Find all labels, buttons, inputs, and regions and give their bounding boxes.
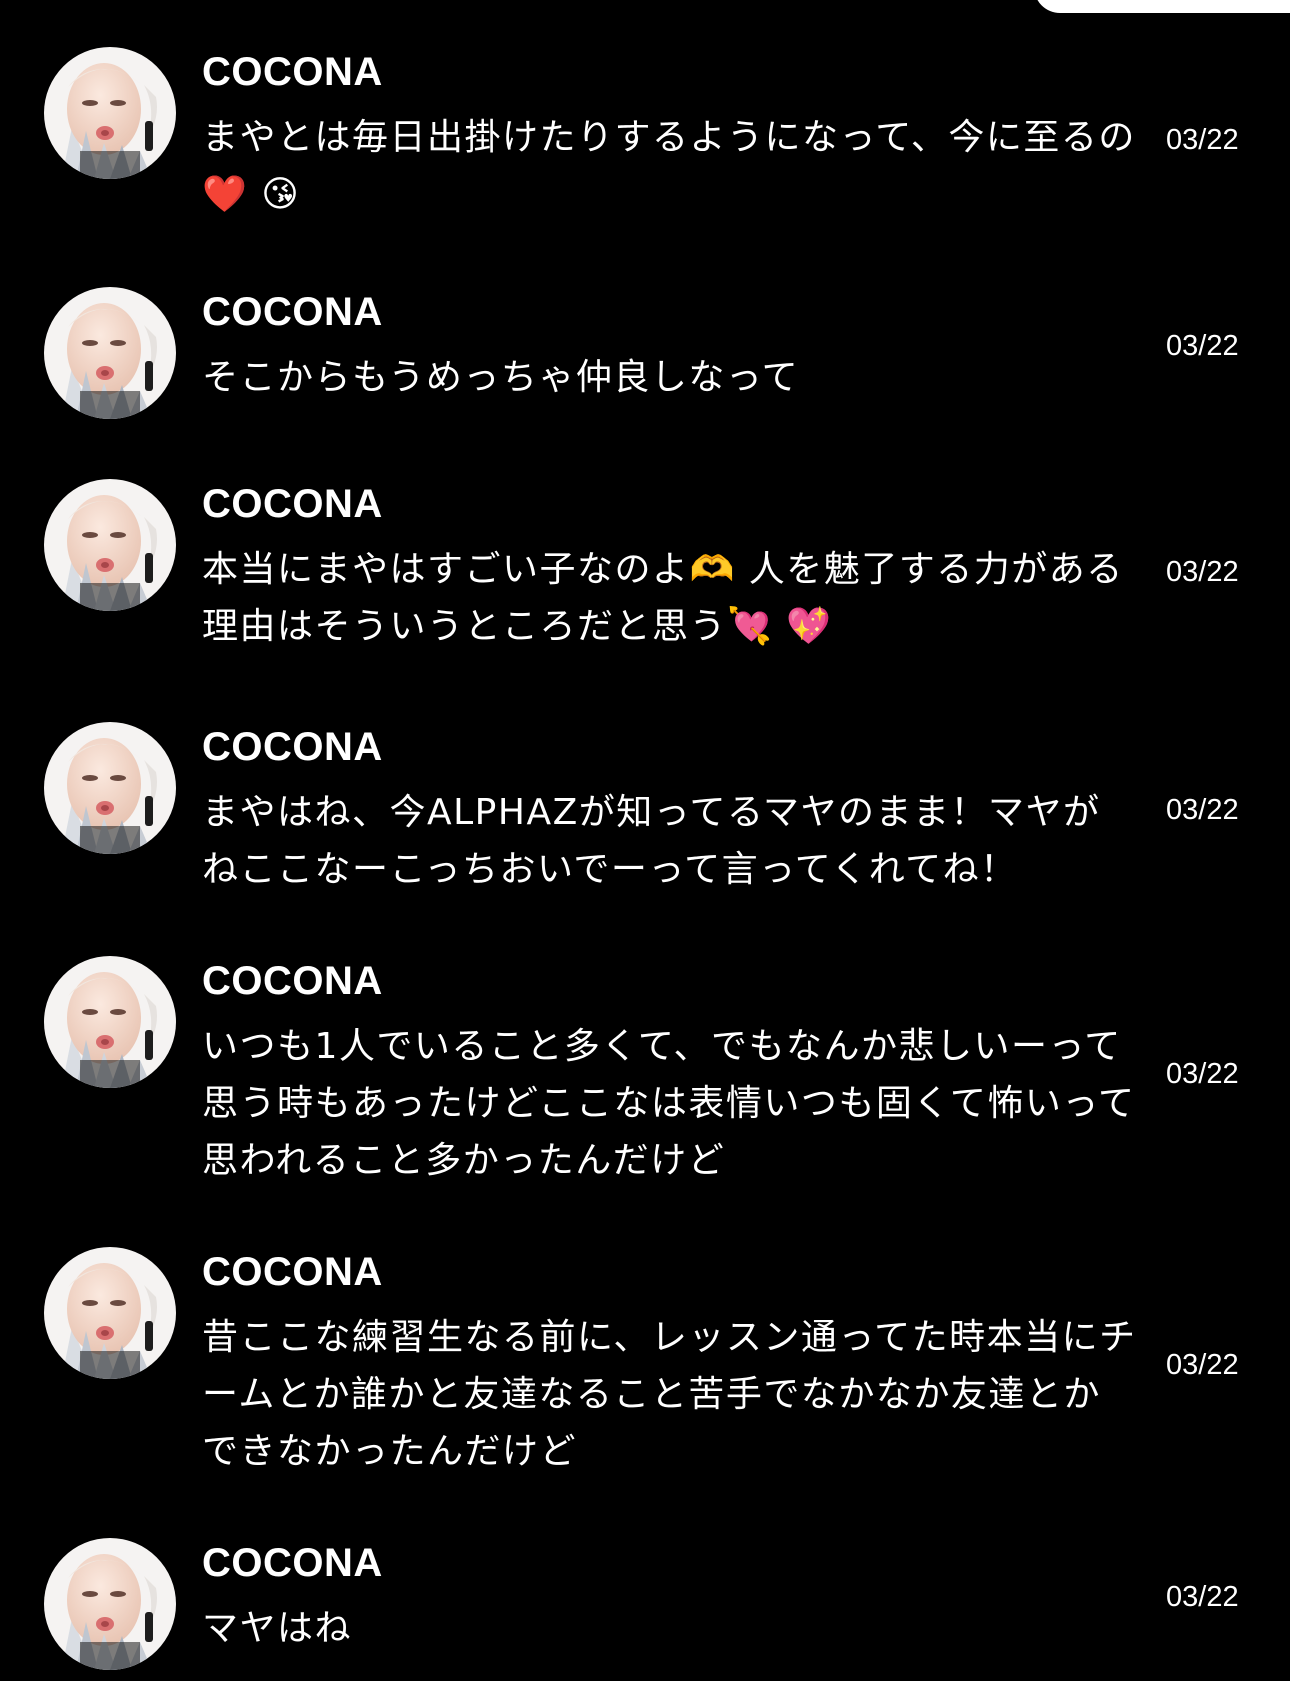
message-timestamp: 03/22: [1166, 1058, 1239, 1090]
message-text: 昔ここな練習生なる前に、レッスン通ってた時本当にチームとか誰かと友達なること苦手…: [202, 1317, 1137, 1472]
sender-name: COCONA: [202, 1250, 383, 1294]
message-body: COCONA マヤはね: [202, 1540, 1137, 1657]
message-timestamp: 03/22: [1166, 556, 1239, 588]
sender-name: COCONA: [202, 290, 383, 334]
avatar[interactable]: [44, 47, 176, 179]
message-body: COCONA まやはね、今ALPHAZが知ってるマヤのまま！マヤがねここなーこっ…: [202, 724, 1137, 898]
message-text: 本当にまやはすごい子なのよ🫶 人を魅了する力がある理由はそういうところだと思う💘…: [202, 549, 1124, 647]
message-text: まやはね、今ALPHAZが知ってるマヤのまま！マヤがねここなーこっちおいでーって…: [202, 792, 1101, 890]
avatar-photo: [44, 1247, 176, 1379]
message-list[interactable]: COCONA まやとは毎日出掛けたりするようになって、今に至るの❤️ 😘 03/…: [0, 0, 1290, 1681]
avatar-photo: [44, 479, 176, 611]
avatar[interactable]: [44, 479, 176, 611]
avatar[interactable]: [44, 287, 176, 419]
message-timestamp: 03/22: [1166, 1581, 1239, 1613]
avatar-photo: [44, 287, 176, 419]
avatar[interactable]: [44, 956, 176, 1088]
avatar-photo: [44, 47, 176, 179]
message-text: マヤはね: [202, 1608, 353, 1649]
avatar[interactable]: [44, 1538, 176, 1670]
message-timestamp: 03/22: [1166, 330, 1239, 362]
avatar[interactable]: [44, 1247, 176, 1379]
message-body: COCONA まやとは毎日出掛けたりするようになって、今に至るの❤️ 😘: [202, 49, 1137, 223]
sender-name: COCONA: [202, 482, 383, 526]
sender-name: COCONA: [202, 959, 383, 1003]
avatar[interactable]: [44, 722, 176, 854]
message-body: COCONA そこからもうめっちゃ仲良しなって: [202, 289, 1137, 406]
avatar-photo: [44, 722, 176, 854]
message-body: COCONA いつも1人でいること多くて、でもなんか悲しいーって思う時もあったけ…: [202, 958, 1137, 1189]
avatar-photo: [44, 956, 176, 1088]
message-body: COCONA 昔ここな練習生なる前に、レッスン通ってた時本当にチームとか誰かと友…: [202, 1249, 1137, 1480]
avatar-photo: [44, 1538, 176, 1670]
message-body: COCONA 本当にまやはすごい子なのよ🫶 人を魅了する力がある理由はそういうと…: [202, 481, 1137, 655]
sender-name: COCONA: [202, 50, 383, 94]
message-text: いつも1人でいること多くて、でもなんか悲しいーって思う時もあったけどここなは表情…: [202, 1026, 1136, 1181]
message-timestamp: 03/22: [1166, 124, 1239, 156]
sender-name: COCONA: [202, 725, 383, 769]
message-text: まやとは毎日出掛けたりするようになって、今に至るの❤️ 😘: [202, 117, 1136, 215]
message-timestamp: 03/22: [1166, 794, 1239, 826]
message-timestamp: 03/22: [1166, 1349, 1239, 1381]
sender-name: COCONA: [202, 1541, 383, 1585]
message-text: そこからもうめっちゃ仲良しなって: [202, 357, 800, 398]
